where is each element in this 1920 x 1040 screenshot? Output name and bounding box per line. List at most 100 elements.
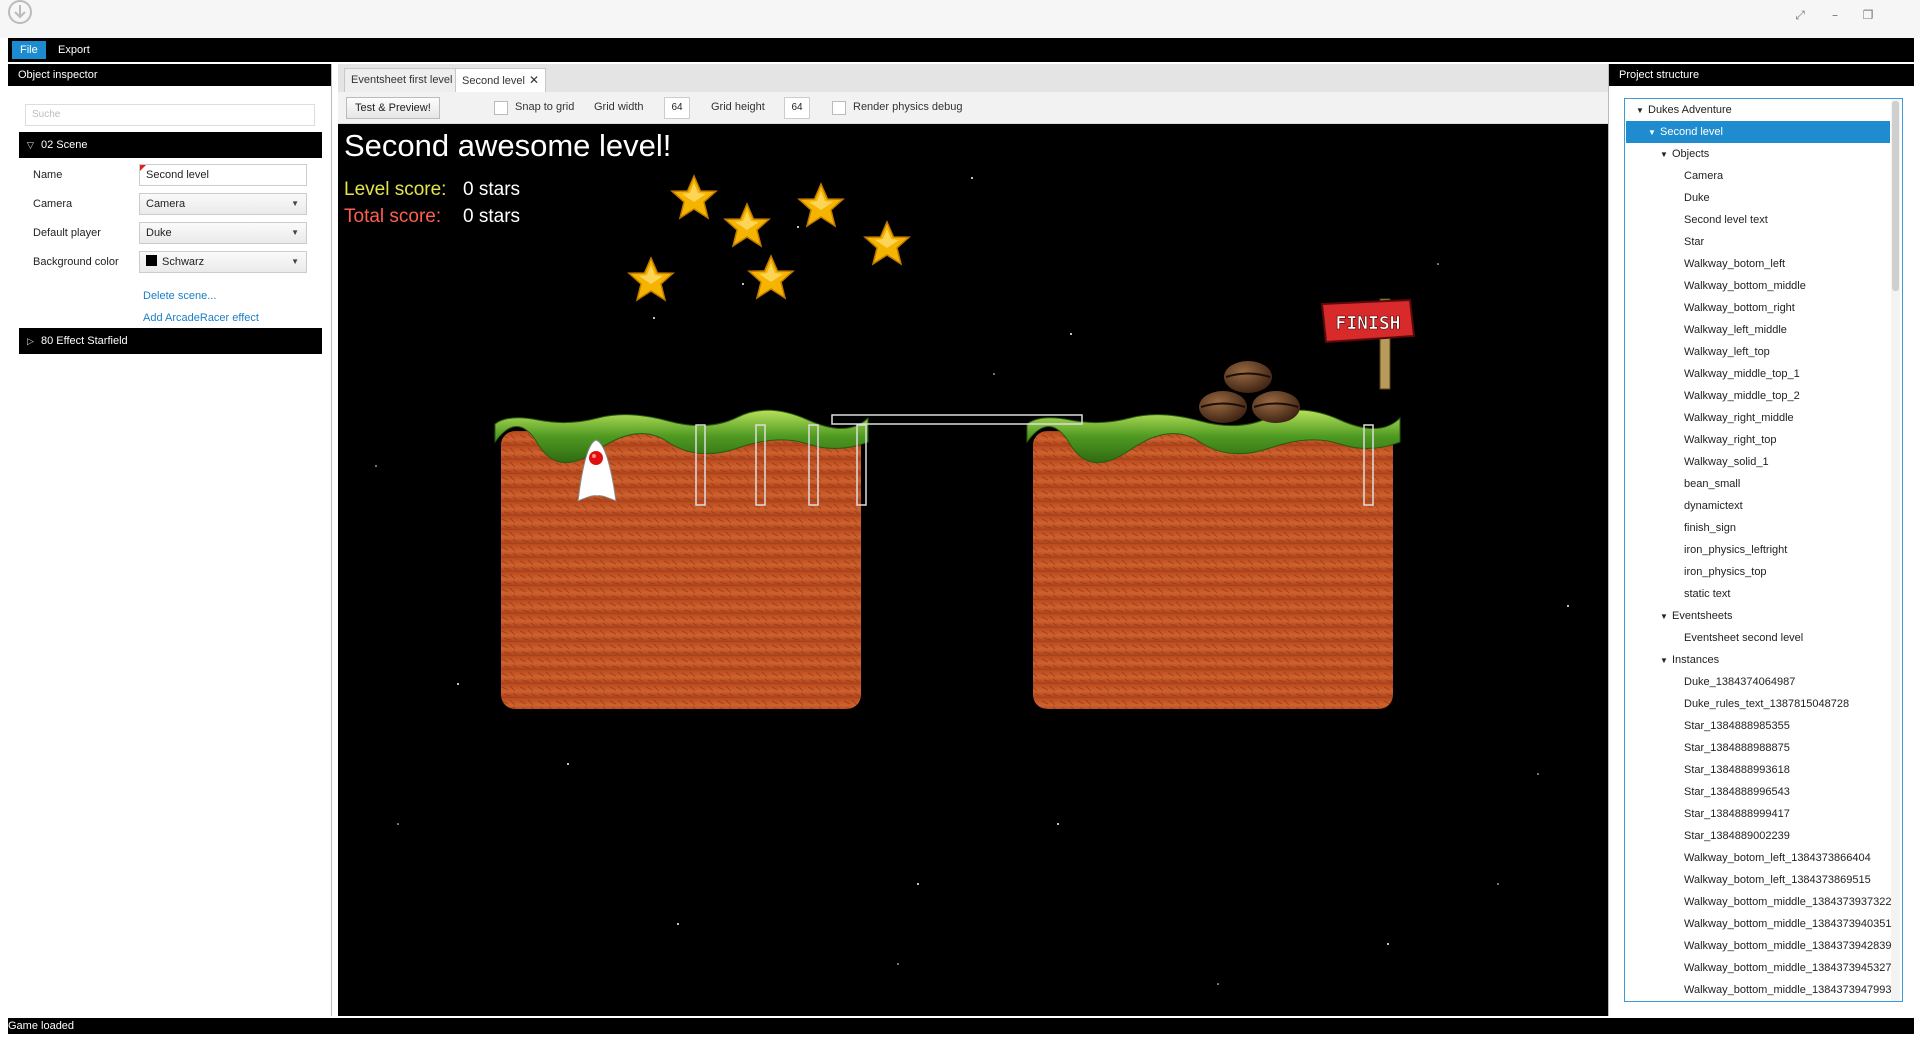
tree-scrollbar[interactable] (1891, 99, 1900, 1001)
tree-item-label: Duke_1384374064987 (1684, 676, 1796, 688)
tree-item[interactable]: Star_1384888985355 (1626, 715, 1790, 737)
add-effect-link[interactable]: Add ArcadeRacer effect (143, 312, 259, 324)
tree-item[interactable]: Walkway_bottom_right (1626, 297, 1795, 319)
tree-item[interactable]: ▼ Dukes Adventure (1626, 99, 1732, 121)
scene-section-label: 02 Scene (41, 139, 88, 151)
chevron-down-icon: ▽ (27, 140, 34, 150)
tree-item-label: Camera (1684, 170, 1724, 182)
tree-item-label: Star_1384889002239 (1684, 830, 1790, 842)
window-titlebar: ⤢ – ❐ (0, 0, 1920, 38)
chevron-down-icon: ▼ (291, 228, 299, 237)
tree-item[interactable]: Walkway_right_top (1626, 429, 1777, 451)
chevron-down-icon[interactable]: ▼ (1660, 144, 1672, 166)
tree-item[interactable]: Star_1384888988875 (1626, 737, 1790, 759)
physics-debug-checkbox[interactable] (832, 101, 846, 115)
close-icon[interactable]: ✕ (529, 73, 539, 87)
effect-section-header[interactable]: ▷ 80 Effect Starfield (19, 328, 322, 354)
background-color-select[interactable]: Schwarz ▼ (139, 251, 307, 273)
menu-export[interactable]: Export (50, 41, 98, 59)
finish-sign-text: FINISH (1335, 313, 1400, 334)
tree-item-label: finish_sign (1684, 522, 1736, 534)
tree-item[interactable]: Star (1626, 231, 1704, 253)
tree-item[interactable]: Walkway_right_middle (1626, 407, 1794, 429)
tree-item[interactable]: Walkway_bottom_middle_1384373942839 (1626, 935, 1892, 957)
grid-height-label: Grid height (711, 101, 765, 113)
tree-item[interactable]: Walkway_bottom_middle (1626, 275, 1806, 297)
tree-item[interactable]: Walkway_botom_left (1626, 253, 1785, 275)
tree-item[interactable]: Walkway_left_middle (1626, 319, 1787, 341)
grid-width-input[interactable]: 64 (664, 97, 690, 119)
menu-file[interactable]: File (12, 41, 46, 59)
tree-item[interactable]: Duke_rules_text_1387815048728 (1626, 693, 1849, 715)
tree-item-label: Walkway_bottom_middle_1384373940351 (1684, 918, 1892, 930)
snap-to-grid-checkbox[interactable] (494, 101, 508, 115)
tree-item-label: Walkway_bottom_middle_1384373942839 (1684, 940, 1892, 952)
tree-item[interactable]: Star_1384888996543 (1626, 781, 1790, 803)
camera-select[interactable]: Camera ▼ (139, 193, 307, 215)
tree-item[interactable]: Camera (1626, 165, 1723, 187)
tree-item[interactable]: bean_small (1626, 473, 1740, 495)
tree-item[interactable]: ▼ Objects (1626, 143, 1709, 165)
tree-item[interactable]: Walkway_middle_top_1 (1626, 363, 1800, 385)
grid-height-input[interactable]: 64 (784, 97, 810, 119)
tree-item-label: Walkway_bottom_middle_1384373945327 (1684, 962, 1892, 974)
tree-item[interactable]: ▼ Eventsheets (1626, 605, 1733, 627)
tree-item[interactable]: dynamictext (1626, 495, 1743, 517)
tree-item[interactable]: Second level text (1626, 209, 1768, 231)
tree-item-label: Instances (1672, 654, 1720, 666)
level-title-text: Second awesome level! (344, 128, 672, 163)
tree-item[interactable]: ▼ Instances (1626, 649, 1719, 671)
menu-bar: File Export (8, 38, 1914, 62)
tree-item[interactable]: Duke (1626, 187, 1710, 209)
tree-item[interactable]: Star_1384888993618 (1626, 759, 1790, 781)
camera-label: Camera (33, 198, 73, 210)
scene-section-header[interactable]: ▽ 02 Scene (19, 132, 322, 158)
tree-item[interactable]: Walkway_bottom_middle_1384373947993 (1626, 979, 1892, 1001)
tree-item[interactable]: finish_sign (1626, 517, 1736, 539)
left-ground-platform (494, 409, 869, 709)
minimize-icon[interactable]: – (1825, 6, 1845, 24)
scrollbar-thumb[interactable] (1892, 101, 1899, 291)
name-field-value: Second level (146, 169, 209, 181)
tree-item-label: Walkway_left_middle (1684, 324, 1787, 336)
tree-item-label: Duke (1684, 192, 1710, 204)
tree-item[interactable]: iron_physics_leftright (1626, 539, 1787, 561)
game-stage-canvas[interactable]: FINISH Second awesome level! Level score… (338, 124, 1608, 1016)
tab-eventsheet-first-level[interactable]: Eventsheet first level (344, 68, 460, 92)
name-field[interactable]: Second level (139, 164, 307, 186)
tree-item[interactable]: Walkway_bottom_middle_1384373945327 (1626, 957, 1892, 979)
tree-item-label: Star (1684, 236, 1705, 248)
restore-icon[interactable]: ❐ (1858, 6, 1878, 24)
tab-second-level[interactable]: Second level ✕ (455, 68, 547, 92)
name-label: Name (33, 169, 63, 181)
tree-item[interactable]: Duke_1384374064987 (1626, 671, 1795, 693)
search-input[interactable]: Suche (25, 104, 315, 126)
tree-item[interactable]: Walkway_botom_left_1384373869515 (1626, 869, 1871, 891)
tree-item[interactable]: Star_1384888999417 (1626, 803, 1790, 825)
default-player-select[interactable]: Duke ▼ (139, 222, 307, 244)
chevron-down-icon[interactable]: ▼ (1636, 100, 1648, 122)
effect-section-label: 80 Effect Starfield (41, 335, 128, 347)
chevron-down-icon[interactable]: ▼ (1660, 606, 1672, 628)
tree-item[interactable]: Walkway_solid_1 (1626, 451, 1769, 473)
delete-scene-link[interactable]: Delete scene... (143, 290, 216, 302)
tree-item[interactable]: iron_physics_top (1626, 561, 1767, 583)
tree-item[interactable]: Eventsheet second level (1626, 627, 1803, 649)
tree-item-label: Walkway_bottom_middle_1384373947993 (1684, 984, 1892, 996)
tree-item[interactable]: Walkway_bottom_middle_1384373940351 (1626, 913, 1892, 935)
tree-item[interactable]: Walkway_botom_left_1384373866404 (1626, 847, 1871, 869)
test-preview-button[interactable]: Test & Preview! (346, 97, 440, 119)
chevron-down-icon[interactable]: ▼ (1648, 122, 1660, 144)
tree-item[interactable]: Star_1384889002239 (1626, 825, 1790, 847)
tree-item[interactable]: static text (1626, 583, 1730, 605)
status-text: Game loaded (8, 1018, 1914, 1034)
tree-item[interactable]: Walkway_bottom_middle_1384373937322 (1626, 891, 1892, 913)
tree-item[interactable]: ▼ Second level (1626, 121, 1890, 143)
expand-icon[interactable]: ⤢ (1790, 6, 1810, 24)
chevron-down-icon[interactable]: ▼ (1660, 650, 1672, 672)
total-score-label: Total score: (344, 206, 442, 227)
level-score-label: Level score: (344, 179, 447, 200)
tree-item[interactable]: Walkway_left_top (1626, 341, 1770, 363)
project-tree[interactable]: Walkway_bottom_middle_1384373947993 Walkw… (1624, 98, 1903, 1002)
tree-item[interactable]: Walkway_middle_top_2 (1626, 385, 1800, 407)
